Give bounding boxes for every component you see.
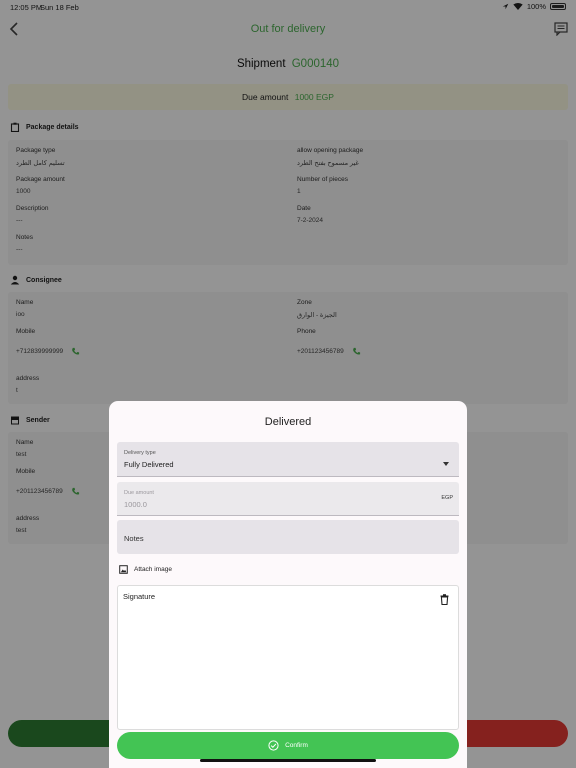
trash-icon[interactable] (440, 594, 449, 605)
delivery-type-select[interactable]: Delivery type Fully Delivered (117, 442, 459, 477)
signature-pad[interactable]: Signature (117, 585, 459, 730)
signature-label: Signature (123, 592, 156, 601)
check-circle-icon (268, 740, 279, 751)
notes-input-placeholder: Notes (124, 534, 144, 543)
delivery-type-label: Delivery type (124, 450, 156, 456)
due-amount-input-label: Due amount (124, 490, 154, 496)
delivered-dialog: Delivered Delivery type Fully Delivered … (109, 401, 467, 768)
home-indicator (200, 759, 376, 762)
dropdown-arrow-icon (443, 462, 449, 466)
confirm-label: Confirm (285, 742, 308, 749)
attach-image-button[interactable]: Attach image (119, 565, 172, 574)
due-amount-input-value: 1000.0 (124, 500, 147, 509)
notes-input[interactable]: Notes (117, 520, 459, 554)
confirm-button[interactable]: Confirm (117, 732, 459, 759)
image-icon (119, 565, 128, 574)
dialog-title: Delivered (264, 416, 312, 428)
due-amount-input: Due amount 1000.0 EGP (117, 482, 459, 516)
currency-suffix: EGP (441, 495, 453, 501)
attach-image-label: Attach image (134, 566, 172, 573)
delivery-type-value: Fully Delivered (124, 460, 174, 469)
